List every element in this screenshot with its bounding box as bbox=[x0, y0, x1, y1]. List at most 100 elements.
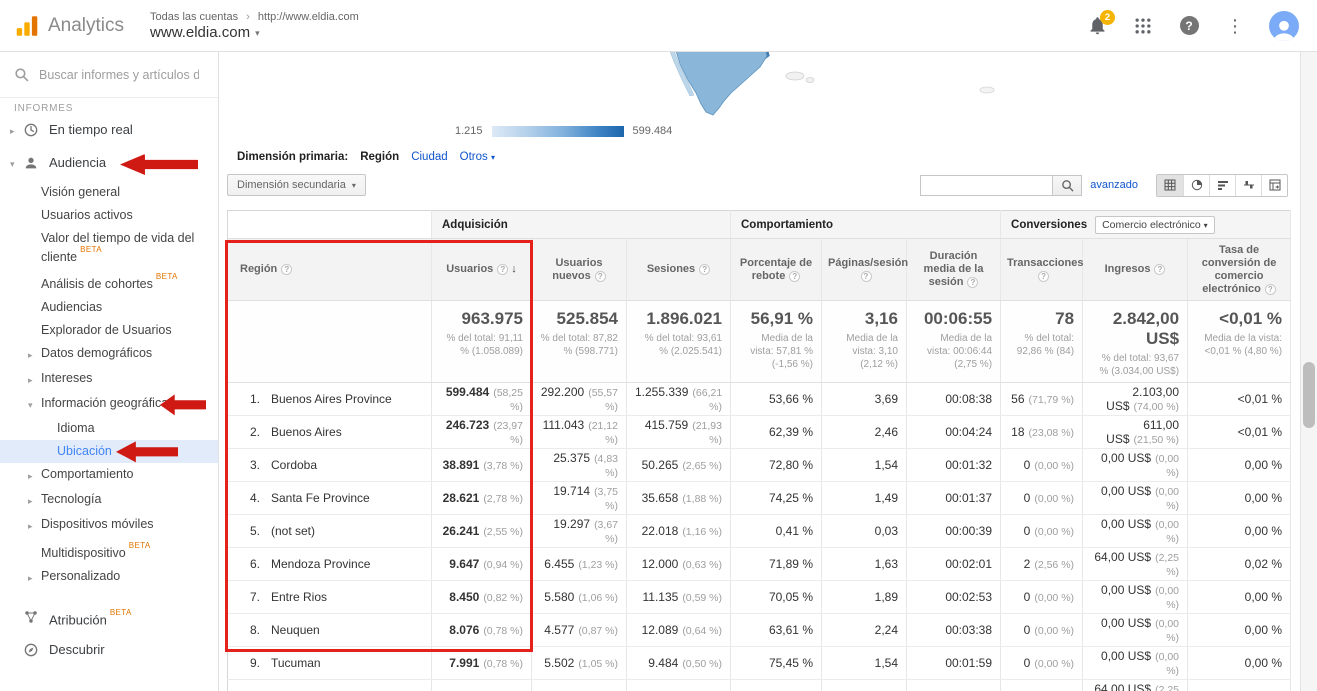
nav-item-label: AtribuciónBETA bbox=[49, 609, 136, 627]
region-name[interactable]: Tucuman bbox=[271, 656, 321, 670]
column-header-region[interactable]: Región? bbox=[228, 239, 432, 301]
region-name[interactable]: Santa Fe Province bbox=[271, 491, 370, 505]
sidebar-item-ubicacion[interactable]: Ubicación bbox=[0, 440, 218, 463]
column-header-usuarios-nuevos[interactable]: Usuarios nuevos? bbox=[532, 239, 627, 301]
sidebar-item-tecnologia[interactable]: ▸Tecnología bbox=[0, 488, 218, 513]
sidebar-search[interactable] bbox=[0, 52, 218, 98]
cell-region[interactable]: 2.Buenos Aires bbox=[228, 416, 432, 449]
dimension-option-otros[interactable]: Otros ▾ bbox=[460, 151, 495, 163]
cell-region[interactable]: 5.(not set) bbox=[228, 515, 432, 548]
search-input[interactable] bbox=[39, 68, 199, 82]
sidebar-item-intereses[interactable]: ▸Intereses bbox=[0, 367, 218, 392]
ecommerce-selector[interactable]: Comercio electrónico ▾ bbox=[1095, 216, 1215, 234]
cell-ingresos: 0,00 US$(0,00 %) bbox=[1083, 614, 1188, 647]
sidebar-item-dispositivos-moviles[interactable]: ▸Dispositivos móviles bbox=[0, 513, 218, 538]
dimension-option-region[interactable]: Región bbox=[360, 151, 399, 163]
sidebar-item-usuarios-activos[interactable]: Usuarios activos bbox=[0, 204, 218, 227]
column-header-usuarios[interactable]: Usuarios?↓ bbox=[432, 239, 532, 301]
sidebar-item-atribucion[interactable]: AtribuciónBETA bbox=[0, 602, 218, 635]
table-search-button[interactable] bbox=[1052, 175, 1082, 196]
sidebar-item-audiencia[interactable]: ▾Audiencia bbox=[0, 148, 218, 181]
sidebar: INFORMES ▸En tiempo real▾AudienciaVisión… bbox=[0, 52, 219, 691]
sidebar-item-analisis-de-cohortes[interactable]: Análisis de cohortesBETA bbox=[0, 269, 218, 296]
cell-nuevos: 6.455(1,23 %) bbox=[532, 548, 627, 581]
view-pivot-button[interactable] bbox=[1261, 175, 1287, 196]
cell-region[interactable]: 1.Buenos Aires Province bbox=[228, 383, 432, 416]
cell-region[interactable]: 4.Santa Fe Province bbox=[228, 482, 432, 515]
row-rank: 7. bbox=[236, 590, 260, 604]
cell-ingresos: 0,00 US$(0,00 %) bbox=[1083, 482, 1188, 515]
app-name: Analytics bbox=[48, 15, 124, 37]
sidebar-item-vision-general[interactable]: Visión general bbox=[0, 181, 218, 204]
cell-nuevos: 25.375(4,83 %) bbox=[532, 449, 627, 482]
nav-item-label: Explorador de Usuarios bbox=[41, 323, 176, 338]
sidebar-item-multidispositivo[interactable]: MultidispositivoBETA bbox=[0, 538, 218, 565]
sidebar-item-personalizado[interactable]: ▸Personalizado bbox=[0, 565, 218, 590]
breadcrumb-accounts[interactable]: Todas las cuentas bbox=[150, 11, 238, 23]
cell-duracion: 00:08:38 bbox=[907, 383, 1001, 416]
vertical-scrollbar[interactable] bbox=[1300, 52, 1317, 691]
region-name[interactable]: Entre Rios bbox=[271, 590, 327, 604]
cell-tasa: 0,00 % bbox=[1188, 482, 1291, 515]
sidebar-item-descubrir[interactable]: Descubrir bbox=[0, 635, 218, 668]
sidebar-item-en-tiempo-real[interactable]: ▸En tiempo real bbox=[0, 115, 218, 148]
sidebar-item-explorador-de-usuarios[interactable]: Explorador de Usuarios bbox=[0, 319, 218, 342]
nav-item-label: Ubicación bbox=[57, 444, 116, 459]
sidebar-item-datos-demograficos[interactable]: ▸Datos demográficos bbox=[0, 342, 218, 367]
more-options-button[interactable]: ⋮ bbox=[1223, 14, 1247, 38]
cell-sesiones: 22.018(1,16 %) bbox=[627, 515, 731, 548]
region-name[interactable]: Mendoza Province bbox=[271, 557, 370, 571]
region-name[interactable]: Neuquen bbox=[271, 623, 320, 637]
sidebar-item-idioma[interactable]: Idioma bbox=[0, 417, 218, 440]
column-header-transacciones[interactable]: Transacciones? bbox=[1001, 239, 1083, 301]
table-row: 2.Buenos Aires246.723(23,97 %)111.043(21… bbox=[228, 416, 1291, 449]
nav-item-label: Audiencia bbox=[49, 155, 110, 170]
sidebar-item-comportamiento[interactable]: ▸Comportamiento bbox=[0, 463, 218, 488]
advanced-search-link[interactable]: avanzado bbox=[1090, 179, 1138, 191]
cell-region[interactable]: 3.Cordoba bbox=[228, 449, 432, 482]
column-header-ingresos[interactable]: Ingresos? bbox=[1083, 239, 1188, 301]
user-avatar[interactable] bbox=[1269, 11, 1299, 41]
cell-tasa: 0,00 % bbox=[1188, 647, 1291, 680]
cell-paginas: 3,69 bbox=[822, 383, 907, 416]
cell-region[interactable]: 6.Mendoza Province bbox=[228, 548, 432, 581]
view-table-button[interactable] bbox=[1157, 175, 1183, 196]
view-performance-button[interactable] bbox=[1209, 175, 1235, 196]
clock-icon bbox=[23, 122, 49, 141]
geo-map[interactable] bbox=[219, 52, 1300, 118]
sidebar-item-informacion-geografica[interactable]: ▾Información geográfica bbox=[0, 392, 218, 417]
primary-dimension-label: Dimensión primaria: bbox=[237, 151, 348, 163]
cell-region[interactable]: 10.Rio Negro bbox=[228, 680, 432, 691]
sidebar-item-audiencias[interactable]: Audiencias bbox=[0, 296, 218, 319]
table-search-input[interactable] bbox=[920, 175, 1052, 196]
cell-sesiones: 35.658(1,88 %) bbox=[627, 482, 731, 515]
discover-icon bbox=[23, 642, 49, 661]
cell-region[interactable]: 7. Entre Rios bbox=[228, 581, 432, 614]
view-percentage-button[interactable] bbox=[1183, 175, 1209, 196]
scrollbar-thumb[interactable] bbox=[1303, 362, 1315, 428]
main-content: 1.215 599.484 Dimensión primaria: Región… bbox=[219, 52, 1300, 691]
cell-region[interactable]: 9.Tucuman bbox=[228, 647, 432, 680]
analytics-logo[interactable]: Analytics bbox=[0, 13, 124, 39]
region-name[interactable]: Cordoba bbox=[271, 458, 317, 472]
column-header-duracion-media-de-la-sesion[interactable]: Duración media de la sesión? bbox=[907, 239, 1001, 301]
region-name[interactable]: Buenos Aires Province bbox=[271, 392, 392, 406]
cell-paginas: 2,35 bbox=[822, 680, 907, 691]
help-button[interactable]: ? bbox=[1177, 14, 1201, 38]
account-selector[interactable]: www.eldia.com ▾ bbox=[150, 24, 359, 42]
region-name[interactable]: Buenos Aires bbox=[271, 425, 342, 439]
notifications-button[interactable]: 2 bbox=[1085, 14, 1109, 38]
column-header-sesiones[interactable]: Sesiones? bbox=[627, 239, 731, 301]
apps-grid-button[interactable] bbox=[1131, 14, 1155, 38]
column-header-tasa-de-conversion-de-comercio-electronico[interactable]: Tasa de conversión de comercio electróni… bbox=[1188, 239, 1291, 301]
region-name[interactable]: (not set) bbox=[271, 524, 315, 538]
secondary-dimension-button[interactable]: Dimensión secundaria ▾ bbox=[227, 174, 366, 196]
dimension-option-ciudad[interactable]: Ciudad bbox=[411, 151, 447, 163]
sidebar-item-valor-del-tiempo-de-vida-del-cliente[interactable]: Valor del tiempo de vida del clienteBETA bbox=[0, 227, 218, 269]
cell-region[interactable]: 8.Neuquen bbox=[228, 614, 432, 647]
breadcrumb-property[interactable]: http://www.eldia.com bbox=[258, 11, 359, 23]
column-header-paginas-sesion[interactable]: Páginas/sesión? bbox=[822, 239, 907, 301]
cell-trans: 18(23,08 %) bbox=[1001, 416, 1083, 449]
column-header-porcentaje-de-rebote[interactable]: Porcentaje de rebote? bbox=[731, 239, 822, 301]
view-comparison-button[interactable] bbox=[1235, 175, 1261, 196]
